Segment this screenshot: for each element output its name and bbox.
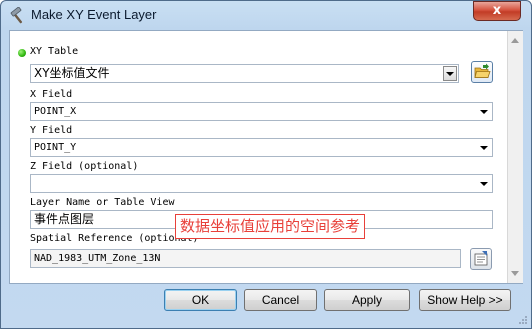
- spatial-reference-properties-icon: [474, 251, 488, 266]
- dialog-window: Make XY Event Layer x XY Table XY坐标值文件 X…: [0, 0, 532, 329]
- z-field-label: Z Field (optional): [30, 161, 139, 172]
- z-field-select[interactable]: [30, 174, 493, 193]
- hammer-icon: [9, 6, 27, 25]
- layer-name-value: 事件点图层: [34, 212, 95, 226]
- chevron-down-icon: [480, 146, 488, 150]
- scroll-down-icon[interactable]: [511, 271, 519, 276]
- close-button[interactable]: x: [473, 1, 521, 21]
- show-help-button[interactable]: Show Help >>: [419, 289, 511, 311]
- scroll-up-icon[interactable]: [511, 38, 519, 43]
- layer-name-label: Layer Name or Table View: [30, 197, 175, 208]
- spatial-reference-value: NAD_1983_UTM_Zone_13N: [34, 253, 161, 264]
- y-field-select[interactable]: POINT_Y: [30, 138, 493, 157]
- browse-xy-table-button[interactable]: [471, 61, 493, 83]
- spatial-reference-label: Spatial Reference (optional): [30, 233, 199, 244]
- resize-grip-icon[interactable]: [518, 315, 528, 325]
- chevron-down-icon: [480, 110, 488, 114]
- chevron-down-icon: [480, 182, 488, 186]
- spatial-reference-properties-button[interactable]: [470, 248, 492, 270]
- x-field-label: X Field: [30, 89, 73, 100]
- vertical-scrollbar[interactable]: [507, 31, 523, 283]
- window-title: Make XY Event Layer: [31, 7, 157, 22]
- spatial-reference-field[interactable]: NAD_1983_UTM_Zone_13N: [30, 249, 461, 268]
- ok-button[interactable]: OK: [164, 289, 237, 311]
- green-dot-icon: [18, 49, 26, 57]
- close-icon: x: [492, 3, 502, 18]
- xy-table-combo[interactable]: XY坐标值文件: [30, 64, 459, 83]
- x-field-value: POINT_X: [34, 106, 77, 117]
- y-field-value: POINT_Y: [34, 142, 77, 153]
- x-field-select[interactable]: POINT_X: [30, 102, 493, 121]
- dialog-footer: OK Cancel Apply Show Help >>: [1, 284, 531, 328]
- apply-button[interactable]: Apply: [324, 289, 410, 311]
- folder-open-icon: [474, 63, 491, 78]
- xy-table-dropdown-button[interactable]: [443, 66, 457, 81]
- parameters-panel: XY Table XY坐标值文件 X Field POINT_X Y Field…: [9, 30, 523, 284]
- xy-table-value: XY坐标值文件: [34, 66, 110, 80]
- annotation-callout: 数据坐标值应用的空间参考: [175, 214, 366, 239]
- cancel-button[interactable]: Cancel: [244, 289, 317, 311]
- chevron-down-icon: [446, 72, 454, 76]
- y-field-label: Y Field: [30, 125, 73, 136]
- title-bar[interactable]: Make XY Event Layer x: [1, 1, 531, 30]
- xy-table-label: XY Table: [30, 46, 79, 57]
